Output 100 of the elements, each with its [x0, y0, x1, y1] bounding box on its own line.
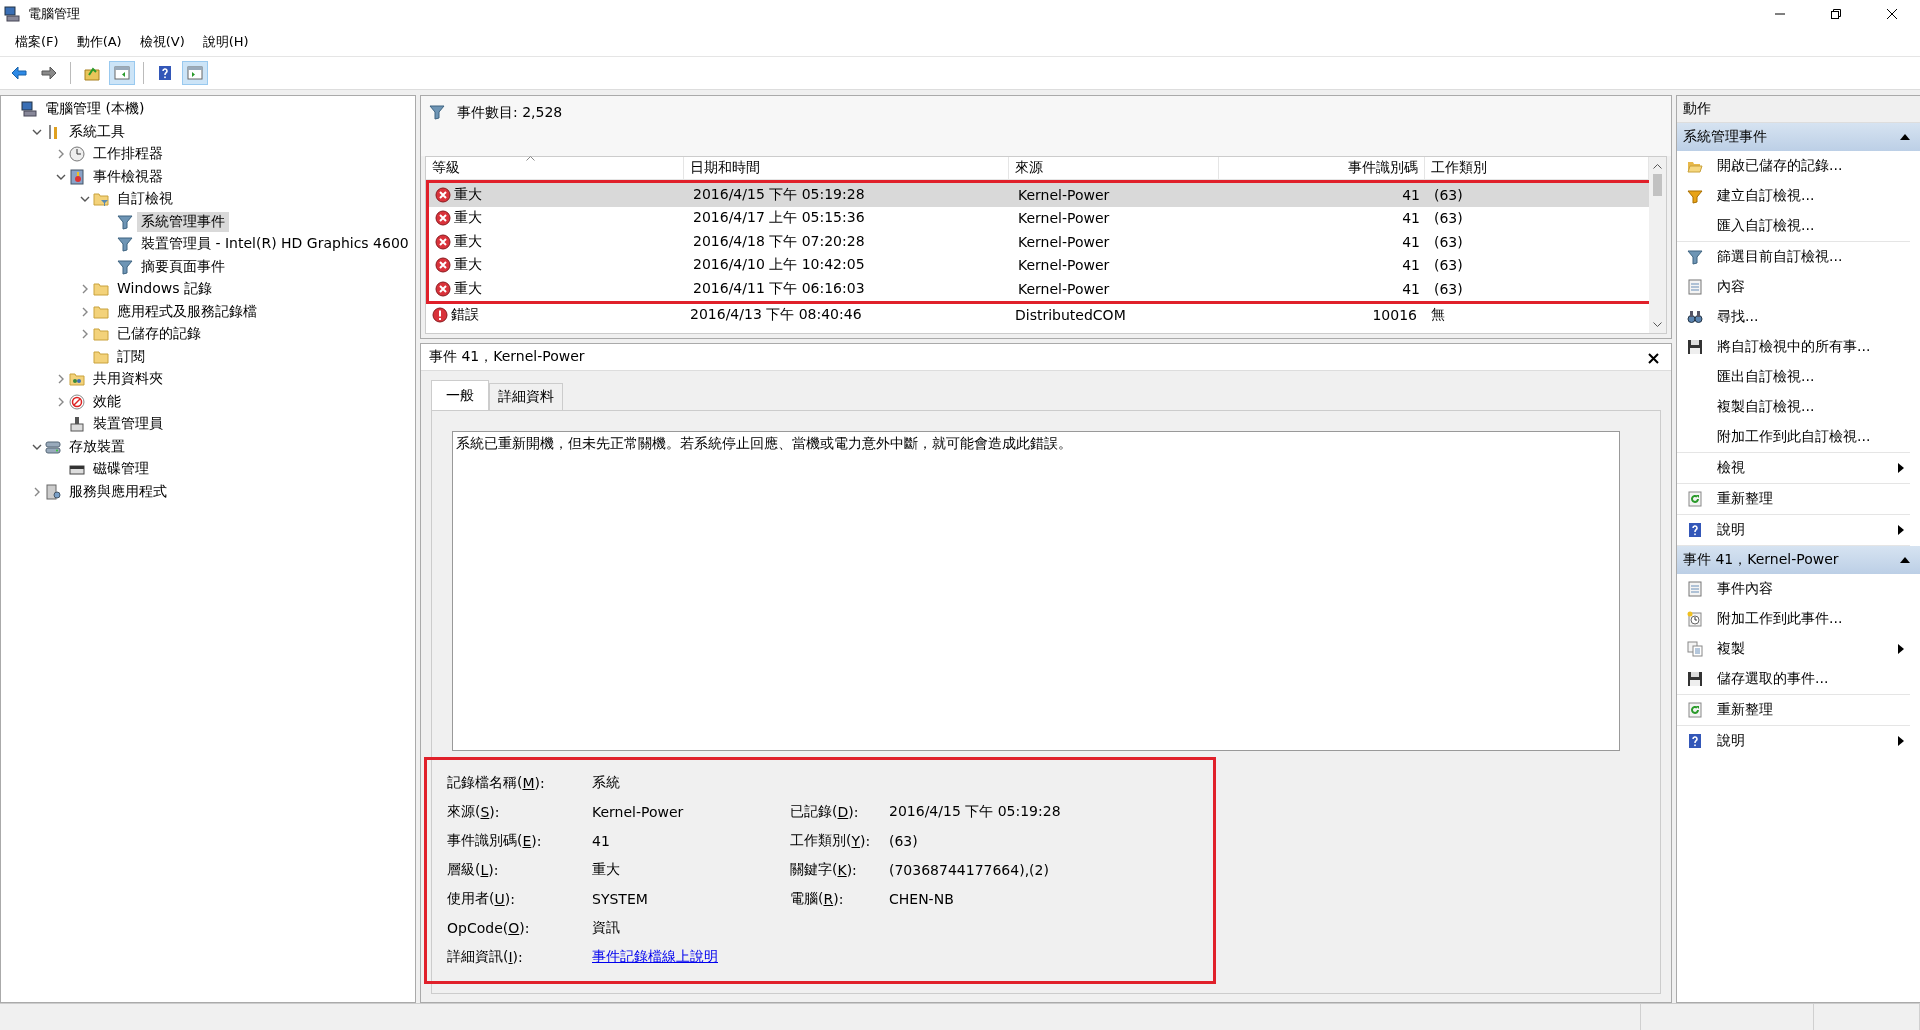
- action-item[interactable]: 附加工作到此自訂檢視...: [1677, 422, 1910, 452]
- section-header[interactable]: 事件 41，Kernel-Power: [1677, 546, 1920, 574]
- event-row[interactable]: 重大 2016/4/17 上午 05:15:36 Kernel-Power 41 (63): [429, 206, 1650, 230]
- tree-item[interactable]: 效能: [89, 391, 125, 412]
- help-link[interactable]: 事件記錄檔線上說明: [592, 947, 718, 966]
- menu-item[interactable]: 檔案(F): [6, 30, 68, 54]
- event-row[interactable]: 重大 2016/4/10 上午 10:42:05 Kernel-Power 41 (63): [429, 253, 1650, 277]
- event-detail-title: 事件 41，Kernel-Power: [429, 348, 585, 366]
- filter-icon: [1687, 249, 1703, 265]
- scrollbar[interactable]: [1649, 157, 1666, 333]
- action-item[interactable]: 複製自訂檢視...: [1677, 392, 1910, 422]
- tree-item[interactable]: 裝置管理員 - Intel(R) HD Graphics 4600: [137, 234, 413, 255]
- event-id-cell-text: 41: [1401, 233, 1421, 250]
- action-item[interactable]: 匯入自訂檢視...: [1677, 211, 1910, 241]
- tree-node-icon: [69, 371, 85, 388]
- action-item[interactable]: 篩選目前自訂檢視...: [1677, 242, 1910, 272]
- properties-icon: [1687, 279, 1703, 295]
- level-text: 重大: [454, 185, 482, 204]
- event-row[interactable]: 重大 2016/4/11 下午 06:16:03 Kernel-Power 41 (63): [429, 277, 1650, 301]
- properties-icon: [1687, 581, 1703, 597]
- task-category-cell-text: (63): [1433, 210, 1464, 227]
- tree-node-icon: [117, 213, 133, 230]
- field-label: 關鍵字(K):: [790, 859, 858, 880]
- action-item[interactable]: 尋找...: [1677, 302, 1910, 332]
- field-label: 來源(S):: [447, 801, 501, 822]
- action-item[interactable]: 事件內容: [1677, 574, 1910, 604]
- tree-item[interactable]: 系統管理事件: [137, 211, 229, 232]
- tree-item[interactable]: 工作排程器: [89, 144, 167, 165]
- tree-item[interactable]: 應用程式及服務記錄檔: [113, 301, 261, 322]
- source-cell-text: Kernel-Power: [1017, 186, 1111, 203]
- field-value: CHEN-NB: [889, 889, 955, 909]
- level-text: 錯誤: [451, 306, 479, 325]
- tree-item[interactable]: 系統工具: [65, 121, 129, 142]
- action-item[interactable]: 建立自訂檢視...: [1677, 181, 1910, 211]
- critical-x-icon: [435, 186, 451, 203]
- event-row[interactable]: 錯誤 2016/4/13 下午 08:40:46 DistributedCOM 10016 無: [426, 303, 1649, 327]
- field-label: 詳細資訊(I):: [447, 946, 524, 967]
- close-icon: [1648, 352, 1659, 364]
- tree-item[interactable]: 共用資料夾: [89, 369, 167, 390]
- date-cell-text: 2016/4/11 下午 06:16:03: [692, 279, 866, 298]
- action-item[interactable]: 將自訂檢視中的所有事...: [1677, 332, 1910, 362]
- event-id-cell-text: 41: [1401, 280, 1421, 297]
- filter-icon: [429, 104, 445, 120]
- menu-item[interactable]: 檢視(V): [130, 30, 194, 54]
- tree-item[interactable]: Windows 記錄: [113, 279, 216, 300]
- menu-item[interactable]: 動作(A): [67, 30, 131, 54]
- tree-item[interactable]: 裝置管理員: [89, 414, 167, 435]
- tree-node-icon: [117, 258, 133, 275]
- scroll-thumb[interactable]: [1653, 174, 1662, 196]
- field-value: (70368744177664),(2): [889, 860, 1050, 880]
- date-cell-text: 2016/4/17 上午 05:15:36: [692, 209, 866, 228]
- field-value: 2016/4/15 下午 05:19:28: [889, 801, 1062, 821]
- event-count: 事件數目: 2,528: [457, 104, 563, 122]
- tab[interactable]: 一般: [431, 380, 489, 410]
- action-item[interactable]: 儲存選取的事件...: [1677, 664, 1910, 694]
- action-item[interactable]: 說明: [1677, 515, 1910, 545]
- field-label: OpCode(O):: [447, 918, 531, 938]
- event-id-cell-text: 10016: [1371, 307, 1418, 324]
- source-cell-text: Kernel-Power: [1017, 233, 1111, 250]
- field-label: 電腦(R):: [790, 888, 845, 909]
- refresh-icon: [1687, 702, 1703, 718]
- action-item[interactable]: 複製: [1677, 634, 1910, 664]
- tree-item[interactable]: 事件檢視器: [89, 166, 167, 187]
- action-item[interactable]: 重新整理: [1677, 484, 1910, 514]
- field-label: 工作類別(Y):: [790, 830, 872, 851]
- action-item[interactable]: 說明: [1677, 726, 1910, 756]
- scroll-up-icon[interactable]: [1653, 162, 1662, 169]
- filter-new-icon: [1687, 188, 1703, 204]
- tree-item[interactable]: 已儲存的記錄: [113, 324, 205, 345]
- tree-item[interactable]: 存放裝置: [65, 436, 129, 457]
- tab[interactable]: 詳細資料: [489, 383, 563, 410]
- event-row[interactable]: 重大 2016/4/15 下午 05:19:28 Kernel-Power 41 (63): [429, 183, 1650, 207]
- tree-node-icon: [93, 281, 109, 298]
- scroll-down-icon[interactable]: [1653, 321, 1662, 328]
- action-pane-icon: [187, 65, 203, 81]
- tree-item[interactable]: 磁碟管理: [89, 459, 153, 480]
- event-id-cell-text: 41: [1401, 210, 1421, 227]
- action-item[interactable]: 重新整理: [1677, 695, 1910, 725]
- restore-icon: [1831, 9, 1841, 19]
- action-item[interactable]: 內容: [1677, 272, 1910, 302]
- level-text: 重大: [454, 256, 482, 275]
- tree-item[interactable]: 訂閱: [113, 346, 149, 367]
- action-item[interactable]: 匯出自訂檢視...: [1677, 362, 1910, 392]
- field-value: 重大: [592, 859, 621, 879]
- level-text: 重大: [454, 232, 482, 251]
- section-header[interactable]: 系統管理事件: [1677, 123, 1920, 151]
- tree-item[interactable]: 服務與應用程式: [65, 481, 171, 502]
- tree-item[interactable]: 摘要頁面事件: [137, 256, 229, 277]
- event-row[interactable]: 重大 2016/4/18 下午 07:20:28 Kernel-Power 41 (63): [429, 230, 1650, 254]
- tree-node-icon: [69, 393, 85, 410]
- description-box: 系統已重新開機，但未先正常關機。若系統停止回應、當機或電力意外中斷，就可能會造成此錯誤。: [452, 431, 1620, 751]
- field-value: 系統: [592, 772, 621, 792]
- menu-item[interactable]: 說明(H): [193, 30, 258, 54]
- action-item[interactable]: 開啟已儲存的記錄...: [1677, 151, 1910, 181]
- action-item[interactable]: 附加工作到此事件...: [1677, 604, 1910, 634]
- tree-node-icon: [93, 348, 109, 365]
- tree-item[interactable]: 自訂檢視: [113, 189, 177, 210]
- tree-item[interactable]: 電腦管理 (本機): [41, 99, 149, 120]
- task-category-cell-text: (63): [1433, 186, 1464, 203]
- action-item[interactable]: 檢視: [1677, 453, 1910, 483]
